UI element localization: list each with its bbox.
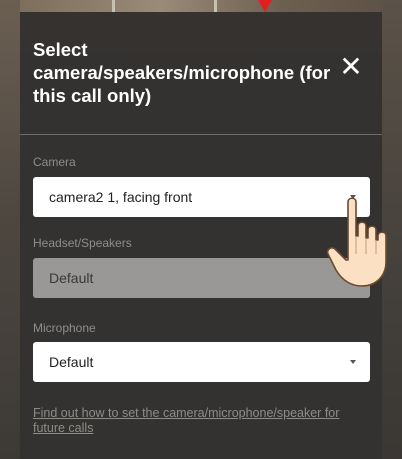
video-feed-detail (214, 0, 217, 12)
speakers-select-value: Default (49, 270, 94, 286)
video-feed-left-edge (0, 0, 20, 459)
camera-select[interactable]: camera2 1, facing front (33, 177, 370, 217)
chevron-down-icon (350, 360, 356, 364)
header-divider (20, 134, 382, 135)
video-call-background: Select camera/speakers/microphone (for t… (0, 0, 402, 459)
microphone-select[interactable]: Default (33, 342, 370, 382)
close-icon: ✕ (339, 51, 363, 82)
close-button[interactable]: ✕ (338, 51, 364, 82)
microphone-select-value: Default (49, 354, 94, 370)
red-arrow-icon (258, 0, 272, 12)
speakers-select[interactable]: Default (33, 258, 370, 298)
dialog-header: Select camera/speakers/microphone (for t… (20, 12, 382, 134)
video-feed-strip (0, 0, 402, 12)
speakers-label: Headset/Speakers (33, 236, 132, 250)
help-link[interactable]: Find out how to set the camera/microphon… (33, 406, 353, 436)
camera-label: Camera (33, 155, 76, 169)
video-feed-detail (112, 0, 115, 12)
hand-pointer-icon (326, 197, 387, 287)
camera-select-value: camera2 1, facing front (49, 189, 193, 205)
microphone-label: Microphone (33, 321, 96, 335)
dialog-title: Select camera/speakers/microphone (for t… (33, 39, 331, 106)
